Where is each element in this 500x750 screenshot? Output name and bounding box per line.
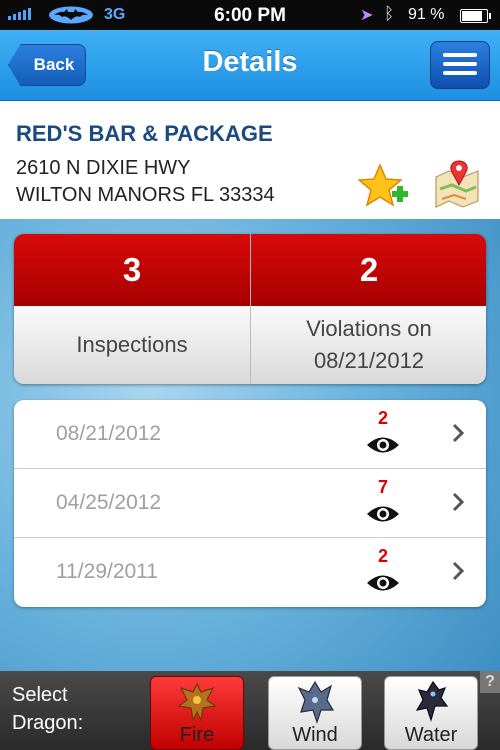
map-pin-icon[interactable] xyxy=(432,159,482,209)
violations-label: Violations on 08/21/2012 xyxy=(251,306,486,384)
violation-count: 2 xyxy=(377,546,388,566)
summary-stats: 3 Inspections 2 Violations on 08/21/2012 xyxy=(14,234,486,384)
fire-dragon-icon xyxy=(177,682,217,722)
inspection-date: 11/29/2011 xyxy=(56,560,158,583)
wind-dragon-label: Wind xyxy=(292,724,338,746)
dragon-selector-bar: Select Dragon: Fire Wind Water ? xyxy=(0,671,500,750)
violations-count: 2 xyxy=(251,234,486,306)
violations-stat: 2 Violations on 08/21/2012 xyxy=(251,234,486,384)
chevron-right-icon xyxy=(452,423,464,443)
chevron-right-icon xyxy=(452,561,464,581)
eye-icon xyxy=(367,437,399,453)
dragon-selector-label: Select Dragon: xyxy=(12,681,83,737)
menu-button[interactable] xyxy=(430,41,490,89)
table-row[interactable]: 11/29/2011 2 xyxy=(14,538,486,607)
battery-percent: 91 % xyxy=(408,6,445,23)
inspection-date: 08/21/2012 xyxy=(56,422,162,445)
dragon-label-line1: Select xyxy=(12,684,68,706)
water-dragon-label: Water xyxy=(404,724,458,746)
violations-label-date: 08/21/2012 xyxy=(313,348,425,373)
dragon-label-line2: Dragon: xyxy=(12,712,84,734)
inspections-label: Inspections xyxy=(14,306,250,384)
violation-count: 2 xyxy=(377,408,388,428)
table-row[interactable]: 04/25/2012 7 xyxy=(14,469,486,538)
inspections-count: 3 xyxy=(14,234,250,306)
water-dragon-button[interactable]: Water xyxy=(384,676,478,750)
bluetooth-icon: ᛒ xyxy=(384,4,395,23)
violations-label-line1: Violations on xyxy=(306,316,432,341)
address-line-2: WILTON MANORS FL 33334 xyxy=(16,184,275,206)
fire-dragon-label: Fire xyxy=(179,724,215,746)
help-button[interactable]: ? xyxy=(480,671,500,693)
navigation-bar: Back Details xyxy=(0,30,500,101)
water-dragon-icon xyxy=(415,680,449,723)
establishment-name: RED'S BAR & PACKAGE xyxy=(16,121,273,146)
location-arrow-icon: ➤ xyxy=(360,7,374,24)
page-title: Details xyxy=(202,46,298,78)
table-row[interactable]: 08/21/2012 2 xyxy=(14,400,486,469)
menu-icon xyxy=(443,53,477,57)
inspections-stat: 3 Inspections xyxy=(14,234,250,384)
inspection-date: 04/25/2012 xyxy=(56,491,162,514)
eye-icon xyxy=(367,506,399,522)
establishment-header: RED'S BAR & PACKAGE 2610 N DIXIE HWY WIL… xyxy=(0,101,500,219)
status-bar: 3G 6:00 PM ➤ ᛒ 91 % xyxy=(0,0,500,30)
violation-count: 7 xyxy=(377,477,388,497)
inspection-list: 08/21/2012 2 04/25/2012 7 11/29/2011 2 xyxy=(14,400,486,607)
wind-dragon-icon xyxy=(297,680,335,724)
battery-icon xyxy=(460,9,491,23)
wind-dragon-button[interactable]: Wind xyxy=(268,676,362,750)
eye-icon xyxy=(367,575,399,591)
chevron-right-icon xyxy=(452,492,464,512)
add-favorite-star-icon[interactable] xyxy=(357,163,410,211)
fire-dragon-button[interactable]: Fire xyxy=(150,676,244,750)
address-line-1: 2610 N DIXIE HWY xyxy=(16,157,191,179)
